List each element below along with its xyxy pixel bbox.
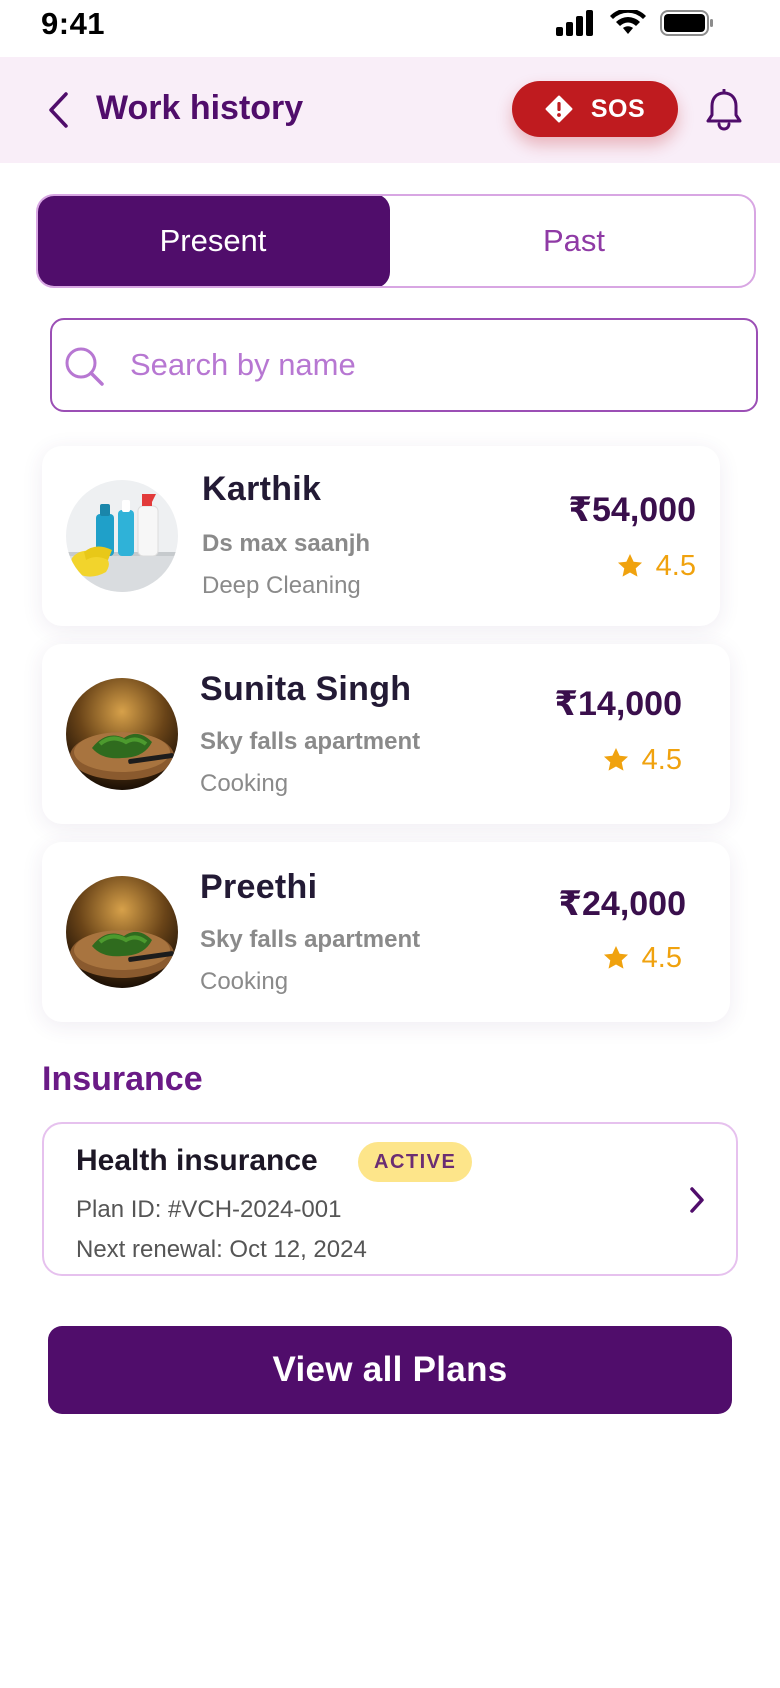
view-all-plans-button[interactable]: View all Plans <box>48 1326 732 1414</box>
chopped-herbs-image <box>66 876 178 988</box>
worker-price: ₹54,000 <box>568 491 696 529</box>
worker-location: Sky falls apartment <box>200 728 421 755</box>
signal-icon <box>556 10 593 36</box>
worker-avatar <box>66 876 178 988</box>
insurance-card[interactable]: Health insurance ACTIVE Plan ID: #VCH-20… <box>42 1122 738 1276</box>
back-chevron-icon <box>49 92 68 128</box>
worker-service: Deep Cleaning <box>202 572 361 599</box>
worker-price: ₹24,000 <box>558 885 686 923</box>
worker-name: Sunita Singh <box>200 670 412 708</box>
worker-rating: 4.5 <box>602 744 682 777</box>
tab-present[interactable]: Present <box>38 196 390 286</box>
cleaning-supplies-image <box>66 480 178 592</box>
worker-price: ₹14,000 <box>554 685 682 723</box>
insurance-renewal: Next renewal: Oct 12, 2024 <box>76 1236 367 1263</box>
rating-value: 4.5 <box>641 942 682 974</box>
worker-avatar <box>66 678 178 790</box>
worker-rating: 4.5 <box>616 550 696 583</box>
battery-icon <box>660 10 713 36</box>
worker-service: Cooking <box>200 770 289 797</box>
back-button[interactable] <box>38 87 78 133</box>
tab-past[interactable]: Past <box>390 196 754 286</box>
worker-name: Preethi <box>200 868 318 906</box>
insurance-title: Health insurance <box>76 1144 318 1177</box>
search-box <box>50 318 758 412</box>
page-title: Work history <box>96 89 304 127</box>
worker-card[interactable]: Sunita Singh Sky falls apartment Cooking… <box>42 644 730 824</box>
status-bar: 9:41 <box>0 0 780 57</box>
worker-service: Cooking <box>200 968 289 995</box>
worker-location: Ds max saanjh <box>202 530 371 557</box>
tab-switcher: Present Past <box>36 194 756 288</box>
bell-icon <box>706 89 742 131</box>
sos-button[interactable]: SOS <box>512 81 678 137</box>
worker-avatar <box>66 480 178 592</box>
status-badge: ACTIVE <box>358 1142 473 1182</box>
sos-label: SOS <box>590 94 646 123</box>
worker-name: Karthik <box>202 470 322 508</box>
star-icon <box>603 748 628 771</box>
wifi-icon <box>610 10 646 34</box>
rating-value: 4.5 <box>655 550 696 582</box>
chopped-herbs-image <box>66 678 178 790</box>
worker-location: Sky falls apartment <box>200 926 421 953</box>
star-icon <box>603 946 628 969</box>
chevron-right-icon <box>690 1187 704 1213</box>
rating-value: 4.5 <box>641 744 682 776</box>
search-icon <box>65 347 104 386</box>
worker-rating: 4.5 <box>602 942 682 975</box>
status-time: 9:41 <box>41 6 106 41</box>
alert-diamond-icon <box>545 95 573 123</box>
search-input[interactable] <box>130 320 730 410</box>
insurance-heading: Insurance <box>42 1060 203 1098</box>
app-header: Work history SOS <box>0 57 780 163</box>
worker-card[interactable]: Karthik Ds max saanjh Deep Cleaning ₹54,… <box>42 446 720 626</box>
worker-card[interactable]: Preethi Sky falls apartment Cooking ₹24,… <box>42 842 730 1022</box>
notifications-button[interactable] <box>702 87 746 133</box>
star-icon <box>617 554 642 577</box>
insurance-plan-id: Plan ID: #VCH-2024-001 <box>76 1196 342 1223</box>
status-icons <box>556 10 714 36</box>
insurance-open-button[interactable] <box>684 1180 710 1220</box>
